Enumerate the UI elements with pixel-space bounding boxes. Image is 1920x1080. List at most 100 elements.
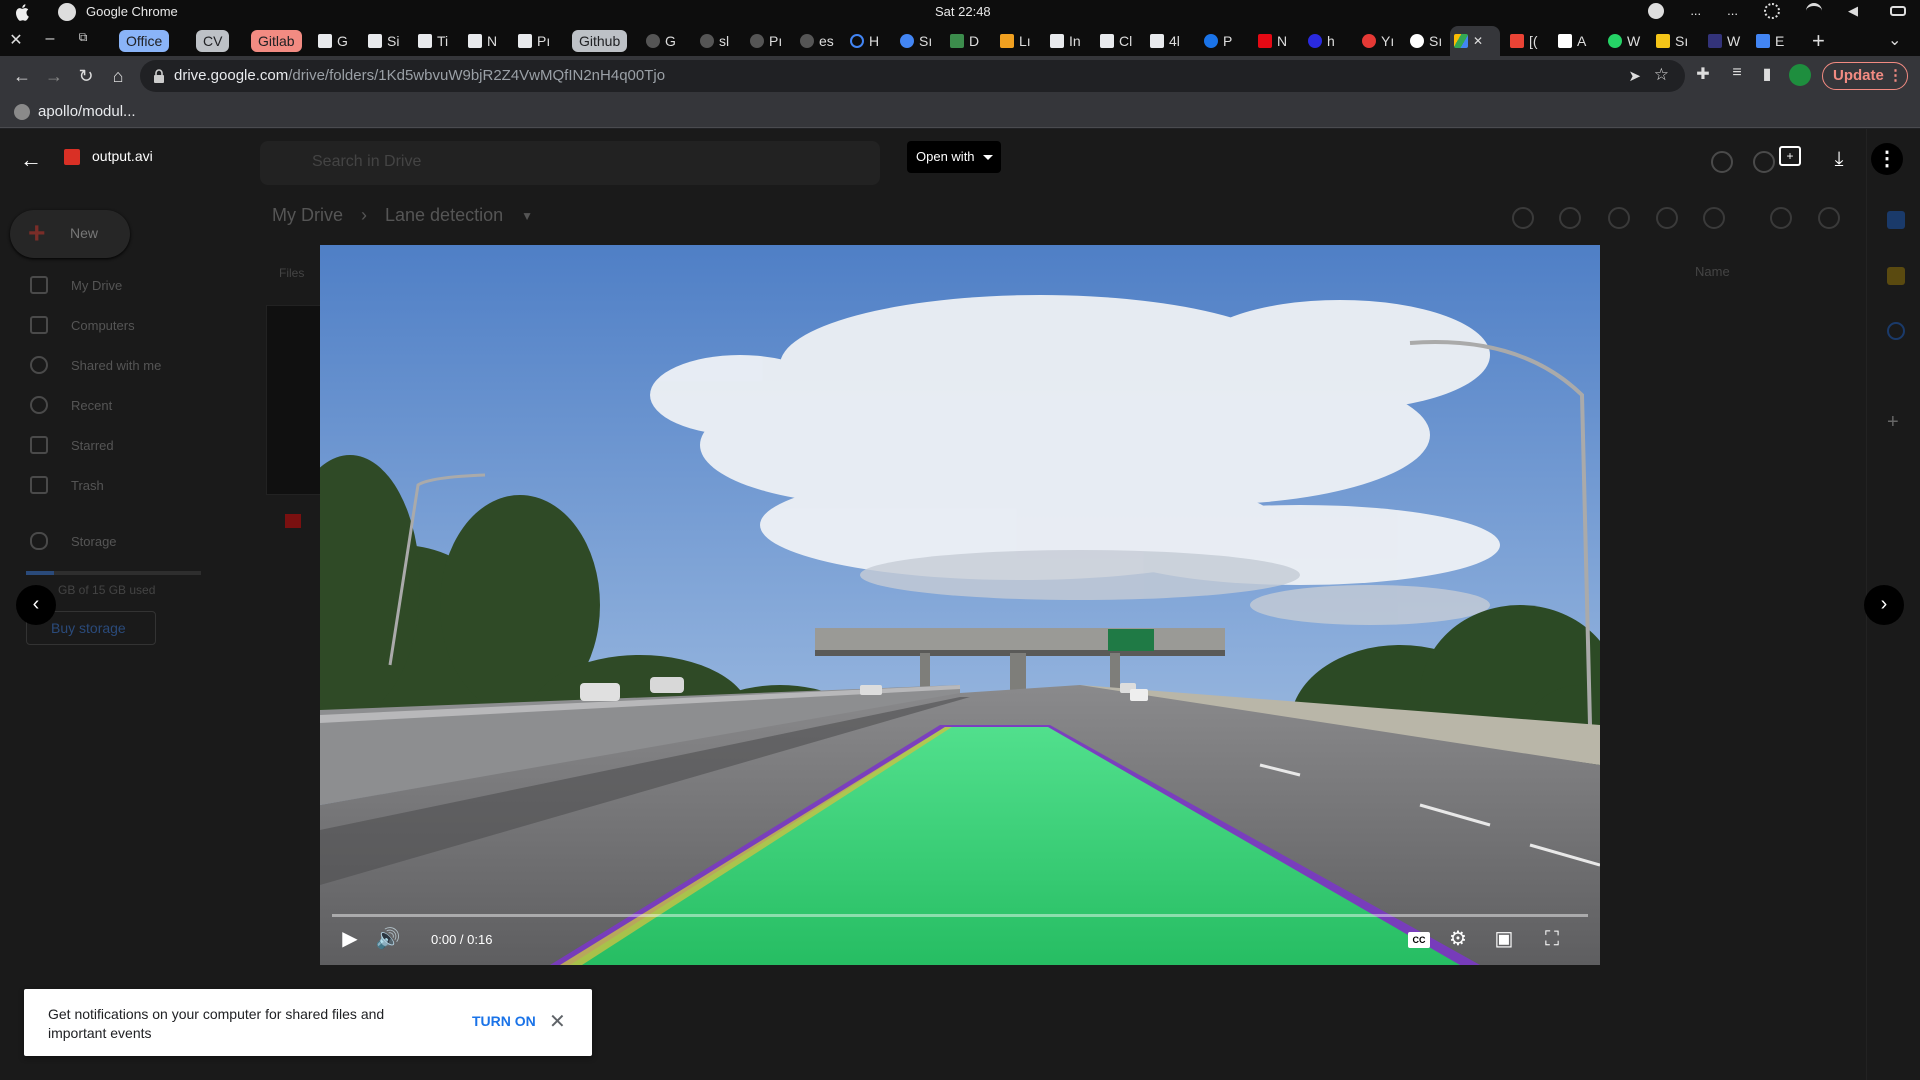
profile-avatar[interactable] [1789, 64, 1811, 86]
help-icon [1711, 151, 1733, 173]
video-progress-bar[interactable] [332, 914, 1588, 917]
address-bar[interactable]: drive.google.com/drive/folders/1Kd5wbvuW… [140, 60, 1685, 92]
close-viewer-back-icon[interactable]: ← [20, 147, 48, 173]
bookmark-item[interactable]: apollo/modul... [14, 103, 136, 120]
extensions-puzzle-icon[interactable]: ✚ [1692, 64, 1714, 86]
play-icon [1204, 34, 1218, 48]
download-icon[interactable]: ⤓ [1826, 146, 1852, 172]
tab[interactable]: Pı [746, 29, 786, 53]
folder-icon [318, 34, 332, 48]
next-file-button[interactable]: › [1864, 585, 1904, 625]
folder-icon [518, 34, 532, 48]
tray-ellipsis-2[interactable]: ... [1727, 3, 1738, 19]
fullscreen-icon[interactable]: ⛶ [1538, 925, 1566, 953]
closed-captions-button[interactable]: CC [1408, 932, 1430, 948]
tab-strip: ✕ – ⧉ Office CV Gitlab G Si Ti N Pı Gith… [0, 24, 1920, 56]
youtube-icon [1362, 34, 1376, 48]
update-button[interactable]: Update ⋮ [1822, 62, 1908, 90]
tab[interactable]: G [642, 29, 680, 53]
folder-icon [368, 34, 382, 48]
tab[interactable]: H [846, 29, 883, 53]
sort-by-name: Name [1695, 264, 1730, 279]
tab[interactable]: sl [696, 29, 733, 53]
tab[interactable]: 4l [1146, 29, 1184, 53]
active-app-name[interactable]: Google Chrome [86, 4, 178, 19]
play-icon[interactable]: ▶ [336, 925, 364, 953]
volume-icon[interactable]: 🔊 [374, 925, 402, 953]
window-restore-icon[interactable]: ⧉ [73, 30, 93, 45]
battery-icon[interactable] [1890, 6, 1906, 16]
tab[interactable]: N [464, 29, 501, 53]
tab-active-drive[interactable]: ✕ [1450, 26, 1500, 56]
bookmark-star-icon[interactable]: ☆ [1654, 65, 1669, 85]
reload-icon[interactable]: ↻ [74, 64, 98, 88]
url-text[interactable]: drive.google.com/drive/folders/1Kd5wbvuW… [174, 67, 665, 84]
tab[interactable]: Lı [996, 29, 1035, 53]
chevron-down-icon: ▼ [521, 209, 533, 223]
home-icon[interactable]: ⌂ [106, 64, 130, 88]
tab[interactable]: W [1604, 29, 1644, 53]
tab[interactable]: W [1704, 29, 1744, 53]
apple-icon[interactable] [14, 3, 32, 21]
tab[interactable]: Sı [1652, 29, 1692, 53]
tab-close-icon[interactable]: ✕ [1473, 34, 1483, 48]
tab[interactable]: h [1304, 29, 1339, 53]
video-player[interactable] [320, 245, 1600, 965]
tab[interactable]: Si [364, 29, 403, 53]
side-panel-icon[interactable]: ▮ [1756, 64, 1778, 86]
tray-ellipsis[interactable]: ... [1690, 3, 1701, 19]
tab-group-github[interactable]: Github [572, 30, 628, 52]
forward-arrow-icon[interactable]: → [42, 64, 66, 88]
tab[interactable]: A [1554, 29, 1590, 53]
window-minimize-icon[interactable]: – [40, 30, 60, 48]
tab[interactable]: Cl [1096, 29, 1136, 53]
close-icon[interactable]: ✕ [549, 1009, 566, 1034]
previous-file-button[interactable]: ‹ [16, 585, 56, 625]
reading-list-icon[interactable]: ≡ [1726, 64, 1748, 86]
brightness-icon[interactable] [1764, 3, 1780, 19]
lock-icon[interactable] [152, 68, 166, 84]
viewer-file-name: output.avi [92, 148, 153, 164]
chat-icon[interactable] [1648, 3, 1665, 19]
add-person-icon [1559, 207, 1581, 229]
turn-on-button[interactable]: TURN ON [472, 1013, 536, 1029]
miniplayer-icon[interactable]: ▣ [1490, 925, 1518, 953]
open-with-button[interactable]: Open with [907, 141, 1001, 173]
lane-detection-video-frame [320, 245, 1600, 965]
tab[interactable]: N [1254, 29, 1291, 53]
folder-icon [1100, 34, 1114, 48]
new-tab-icon[interactable]: + [1812, 28, 1825, 54]
tab-group-gitlab[interactable]: Gitlab [251, 30, 302, 52]
tab[interactable]: Yı [1358, 29, 1398, 53]
tab[interactable]: es [796, 29, 838, 53]
chevron-right-icon: › [361, 205, 367, 225]
window-close-icon[interactable]: ✕ [6, 30, 26, 50]
tab[interactable]: D [946, 29, 983, 53]
sidebar-item-my-drive: My Drive [0, 269, 240, 301]
link-icon [1512, 207, 1534, 229]
clock[interactable]: Sat 22:48 [935, 4, 991, 19]
tab-group-office[interactable]: Office [119, 30, 170, 52]
wifi-icon[interactable] [1806, 3, 1822, 19]
send-icon[interactable]: ➤ [1628, 67, 1641, 85]
settings-gear-icon[interactable]: ⚙ [1444, 925, 1472, 953]
tab[interactable]: [( [1506, 29, 1542, 53]
video-file-icon [64, 149, 80, 165]
tab[interactable]: G [314, 29, 352, 53]
github-icon [750, 34, 764, 48]
tab[interactable]: Sı [1406, 29, 1446, 53]
more-actions-button[interactable]: ⋮ [1871, 143, 1903, 175]
drive-search-input: Search in Drive [260, 141, 880, 185]
tab[interactable]: Sı [896, 29, 936, 53]
tab[interactable]: In [1046, 29, 1085, 53]
tab-group-cv[interactable]: CV [196, 30, 230, 52]
volume-icon[interactable]: ◀ [1848, 3, 1864, 19]
tab[interactable]: Pı [514, 29, 554, 53]
add-comment-icon[interactable]: + [1779, 146, 1801, 166]
storage-usage-text: GB of 15 GB used [58, 583, 156, 597]
tab[interactable]: P [1200, 29, 1236, 53]
tab[interactable]: E [1752, 29, 1788, 53]
back-arrow-icon[interactable]: ← [10, 64, 34, 88]
tab[interactable]: Ti [414, 29, 452, 53]
tab-search-icon[interactable]: ⌄ [1888, 30, 1901, 50]
